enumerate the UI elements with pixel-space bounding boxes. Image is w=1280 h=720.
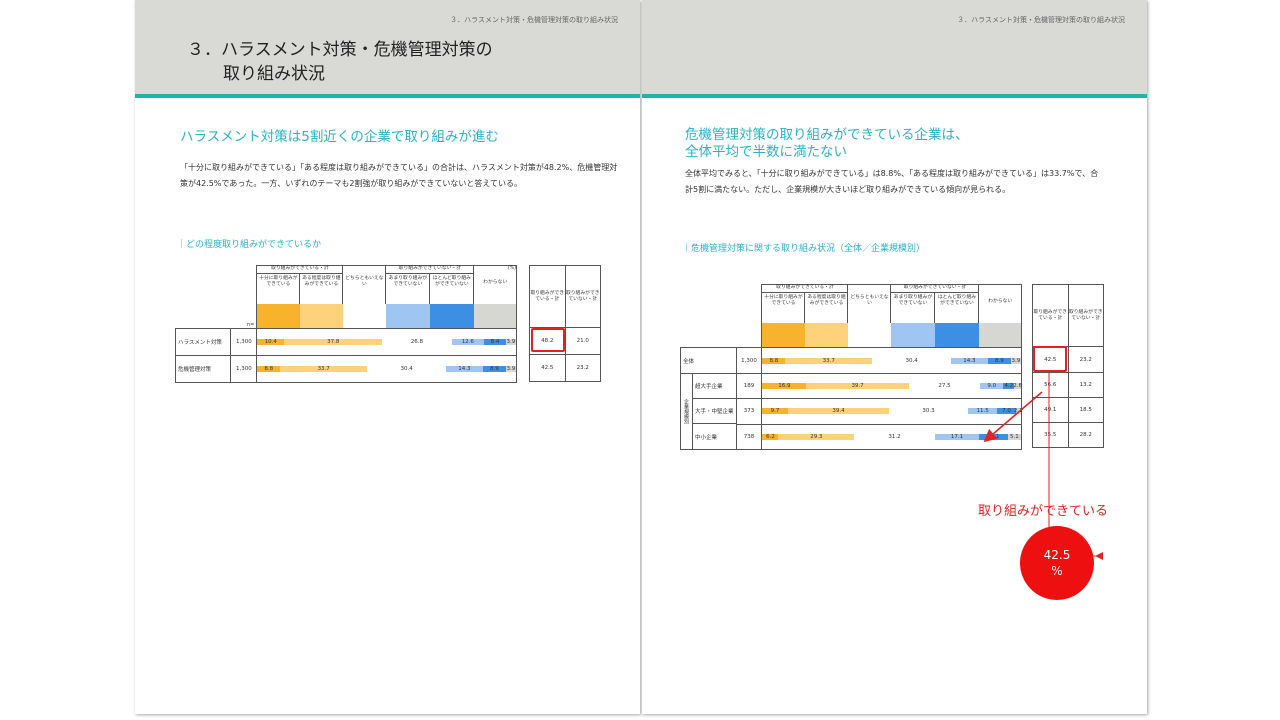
- col-header-1: 十分に取り組みができている: [257, 274, 301, 304]
- left-page: ３．ハラスメント対策・危機管理対策の取り組み状況 ３．ハラスメント対策・危機管理…: [135, 0, 640, 714]
- stacked-bar: 10.4 37.8 26.8 12.6 8.4 3.9: [257, 339, 516, 345]
- legend-swatch-5: [430, 304, 475, 328]
- n-label: n=: [247, 322, 255, 328]
- col-header-5: ほとんど取り組みができていない: [430, 274, 475, 304]
- table-row: ハラスメント対策 1,300 10.4 37.8 26.8 12.6 8.4 3.9: [174, 328, 517, 356]
- bar-segment-6: 3.9: [505, 339, 516, 345]
- chapter-title-line2: 取り組み状況: [223, 64, 325, 84]
- group-no-label: 取り組みができていない・計: [386, 266, 475, 274]
- bar-segment-2: 33.7: [280, 366, 368, 372]
- callout-label: 取り組みができている: [978, 504, 1109, 519]
- sum-no-value: 23.2: [564, 354, 601, 382]
- table-row: 危機管理対策 1,300 8.8 33.7 30.4 14.3 8.9 3.9: [174, 355, 517, 383]
- bar-segment-5: 8.4: [484, 339, 506, 345]
- legend-swatch-6: [474, 304, 516, 328]
- sum-col-yes: 取り組みができている・計: [529, 265, 566, 328]
- legend-swatch-1: [257, 304, 301, 328]
- highlight-box: [531, 328, 565, 352]
- col-header-6: わからない: [483, 280, 508, 285]
- bar-segment-6: 3.9: [505, 366, 516, 372]
- bar-segment-4: 12.6: [451, 339, 485, 345]
- header-band: ３．ハラスメント対策・危機管理対策の取り組み状況 ３．ハラスメント対策・危機管理…: [135, 0, 640, 98]
- row-label: 危機管理対策: [174, 355, 232, 383]
- row-n: 1,300: [230, 355, 258, 383]
- callout-unit: %: [1051, 564, 1063, 578]
- running-head: ３．ハラスメント対策・危機管理対策の取り組み状況: [450, 16, 618, 24]
- callout-circle: 42.5 %: [1020, 526, 1094, 600]
- bar-segment-4: 14.3: [445, 366, 483, 372]
- row-label: ハラスメント対策: [174, 328, 232, 356]
- chapter-title: ３．ハラスメント対策・危機管理対策の 取り組み状況: [187, 38, 493, 86]
- trend-arrow: [983, 391, 1043, 443]
- harassment-chart-table: n= 取り組みができている・計 取り組みができていない・計 (%) 十分に取り組…: [174, 265, 517, 383]
- unit-label: (%): [507, 266, 516, 271]
- harassment-sum-table: 取り組みができている・計 取り組みができていない・計 48.2 21.0 42.…: [529, 265, 601, 382]
- right-page: ３．ハラスメント対策・危機管理対策の取り組み状況 危機管理対策の取り組みができて…: [642, 0, 1147, 714]
- legend-swatch-3: [343, 304, 387, 328]
- row-n: 1,300: [230, 328, 258, 356]
- callout-value: 42.5: [1043, 548, 1071, 562]
- body-text: 「十分に取り組みができている」「ある程度は取り組みができている」の合計は、ハラス…: [180, 163, 618, 188]
- document-spread: ３．ハラスメント対策・危機管理対策の取り組み状況 ３．ハラスメント対策・危機管理…: [135, 0, 1147, 714]
- col-header-4: あまり取り組みができていない: [386, 274, 431, 304]
- group-yes-label: 取り組みができている・計: [257, 266, 344, 274]
- stacked-bar: 8.8 33.7 30.4 14.3 8.9 3.9: [257, 366, 516, 372]
- bar-segment-1: 8.8: [257, 366, 281, 372]
- chart-caption: ｜どの程度取り組みができているか: [177, 240, 322, 250]
- legend-swatch-4: [386, 304, 431, 328]
- connector-arrowhead: [1095, 552, 1103, 560]
- sum-no-value: 21.0: [564, 327, 601, 355]
- bar-segment-3: 30.4: [367, 366, 446, 372]
- sum-col-no: 取り組みができていない・計: [564, 265, 601, 328]
- legend-swatch-2: [300, 304, 344, 328]
- col-header-3: どちらともいえない: [343, 274, 387, 304]
- sum-yes-value: 42.5: [529, 354, 566, 382]
- chapter-title-line1: ３．ハラスメント対策・危機管理対策の: [187, 40, 493, 60]
- bar-segment-5: 8.9: [482, 366, 506, 372]
- bar-segment-1: 10.4: [257, 339, 285, 345]
- bar-segment-2: 37.8: [284, 339, 383, 345]
- arrow-overlay: [983, 373, 1103, 560]
- section-heading: ハラスメント対策は5割近くの企業で取り組みが進む: [180, 129, 499, 145]
- col-header-2: ある程度は取り組みができている: [300, 274, 344, 304]
- bar-segment-3: 26.8: [382, 339, 452, 345]
